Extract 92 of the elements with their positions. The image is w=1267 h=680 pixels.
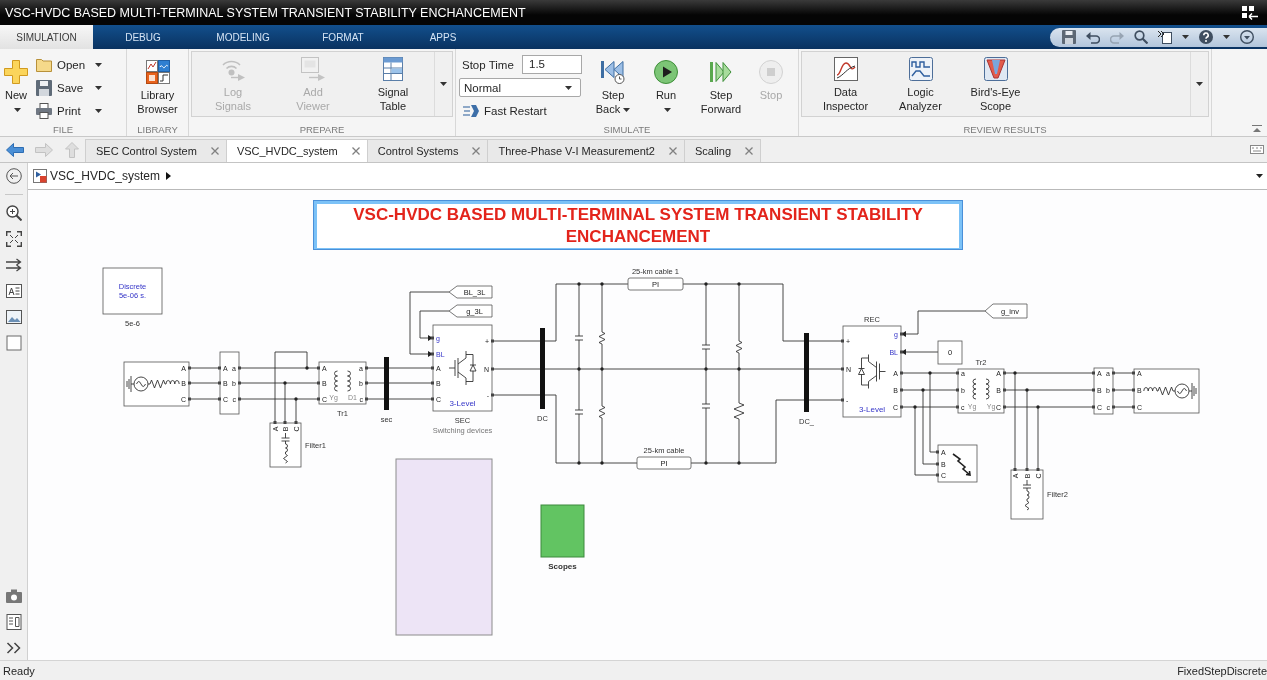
double-chevron-icon[interactable]: [5, 640, 22, 656]
plus-icon: [4, 60, 28, 84]
close-icon[interactable]: [668, 147, 677, 155]
stop-icon: [759, 60, 783, 84]
caret-icon[interactable]: [1256, 174, 1263, 178]
breadcrumb-link[interactable]: VSC_HVDC_system: [50, 169, 161, 183]
ribbon-button[interactable]: Step Forward: [689, 53, 753, 123]
camera-icon[interactable]: [5, 588, 22, 604]
editor-tab[interactable]: Control Systems: [366, 139, 489, 162]
ribbon-tab[interactable]: MODELING: [193, 25, 293, 49]
monitor-arrow-icon: [301, 57, 325, 81]
caret-icon: [95, 85, 102, 90]
help-icon[interactable]: [1199, 30, 1213, 44]
table-icon: [381, 57, 405, 81]
annotation-text: VSC-HVDC BASED MULTI-TERMINAL SYSTEM TRANSIENT STABILITY ENCHANCEMENT: [317, 204, 959, 248]
cone-icon: [983, 57, 1008, 81]
window-layout-icon[interactable]: [1242, 5, 1258, 20]
double-arrow-icon[interactable]: [5, 257, 22, 273]
block-label: Scopes: [548, 561, 577, 571]
close-icon[interactable]: [745, 147, 754, 155]
search-icon[interactable]: [1134, 30, 1148, 44]
caret-icon: [95, 62, 102, 67]
property-panel-icon[interactable]: [5, 614, 22, 630]
fit-view-icon[interactable]: [5, 231, 22, 247]
group-label: LIBRARY: [136, 123, 179, 136]
step-back-icon: [601, 60, 625, 84]
speed-arrow-icon: [463, 103, 479, 118]
collapse-ribbon-icon[interactable]: [1252, 125, 1262, 132]
dropdown-circle-icon[interactable]: [1240, 30, 1254, 44]
ribbon-button[interactable]: Signal Table: [353, 52, 433, 116]
ribbon-tab[interactable]: FORMAT: [293, 25, 393, 49]
close-icon[interactable]: [472, 147, 481, 155]
ribbon-button[interactable]: Save: [32, 76, 112, 99]
stop-time-field[interactable]: 1.5: [522, 55, 582, 74]
keyboard-icon[interactable]: [1250, 145, 1264, 154]
solver-name: FixedStepDiscrete: [1177, 665, 1267, 677]
ribbon-button[interactable]: Logic Analyzer: [883, 52, 958, 116]
caret-icon[interactable]: [1223, 35, 1230, 39]
ribbon-button[interactable]: New: [0, 53, 32, 123]
ribbon-button[interactable]: Fast Restart: [459, 99, 547, 122]
ribbon-tab[interactable]: SIMULATION: [0, 25, 93, 49]
square-wave-icon: [908, 57, 933, 81]
caret-icon: [1196, 82, 1203, 86]
step-forward-icon: [709, 60, 733, 84]
ribbon-tab[interactable]: APPS: [393, 25, 493, 49]
line-chart-icon: [833, 57, 858, 81]
caret-icon: [664, 108, 671, 113]
ribbon-button[interactable]: Bird's-Eye Scope: [958, 52, 1033, 116]
ac-source-icon: [1143, 382, 1197, 400]
caret-icon: [440, 82, 447, 86]
group-label: PREPARE: [298, 123, 346, 136]
ribbon-button[interactable]: Print: [32, 99, 112, 122]
save-icon[interactable]: [1062, 30, 1076, 44]
play-icon: [654, 60, 678, 84]
status-text: Ready: [3, 665, 35, 677]
group-label: REVIEW RESULTS: [962, 123, 1048, 136]
folder-icon: [36, 57, 52, 72]
ac-source-icon: [126, 375, 180, 393]
caret-right-icon[interactable]: [166, 172, 172, 180]
mode-dropdown[interactable]: Normal: [459, 78, 581, 97]
group-label: FILE: [51, 123, 75, 136]
annotation-icon[interactable]: [5, 283, 22, 299]
rlc-icon: [1022, 479, 1032, 511]
printer-icon: [36, 102, 52, 119]
back-arrow-icon[interactable]: [5, 142, 24, 157]
editor-tab[interactable]: Scaling: [683, 139, 762, 162]
ribbon-tab[interactable]: DEBUG: [93, 25, 193, 49]
editor-tab[interactable]: SEC Control System: [85, 139, 227, 162]
caret-icon: [565, 85, 572, 90]
ribbon-button[interactable]: Data Inspector: [808, 52, 883, 116]
library-grid-icon: [145, 60, 170, 84]
editor-tab[interactable]: Three-Phase V-I Measurement2: [487, 139, 685, 162]
ribbon-button[interactable]: Run: [643, 53, 689, 123]
close-icon[interactable]: [210, 147, 219, 155]
editor-tab[interactable]: VSC_HVDC_system: [225, 139, 368, 162]
field-label: Stop Time: [461, 58, 515, 71]
image-icon[interactable]: [5, 309, 22, 325]
ribbon-button[interactable]: Step Back: [583, 53, 643, 123]
ribbon-button[interactable]: Open: [32, 53, 112, 76]
caret-icon: [623, 108, 631, 113]
group-label: SIMULATE: [602, 123, 652, 136]
caret-icon[interactable]: [1182, 35, 1189, 39]
zoom-in-icon[interactable]: [5, 205, 22, 221]
caret-icon: [14, 108, 21, 113]
window-title: VSC-HVDC BASED MULTI-TERMINAL SYSTEM TRANSIENT STABILITY ENCHANCEMENT: [5, 5, 526, 20]
scope-block: [540, 504, 585, 558]
document-chevron-icon[interactable]: [1158, 30, 1172, 44]
ribbon-button[interactable]: Library Browser: [127, 53, 188, 123]
model-icon: [33, 169, 47, 183]
caret-icon: [95, 108, 102, 113]
close-icon[interactable]: [351, 147, 360, 155]
undo-icon[interactable]: [1086, 30, 1100, 44]
